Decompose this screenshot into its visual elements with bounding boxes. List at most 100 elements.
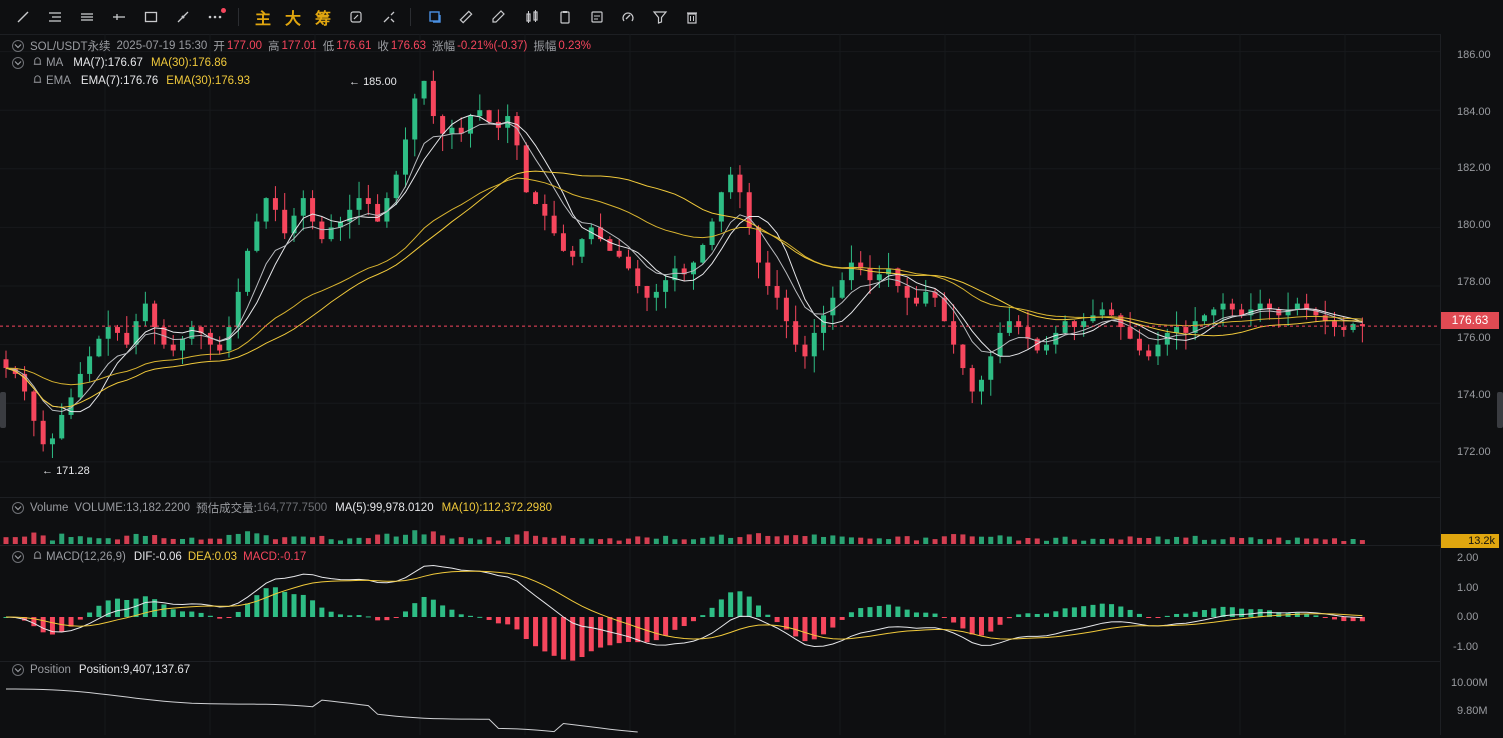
volume-bar bbox=[402, 534, 408, 544]
brush-icon[interactable] bbox=[172, 7, 194, 27]
eraser-icon[interactable] bbox=[378, 7, 400, 27]
candle-body bbox=[793, 321, 799, 345]
pane-separator[interactable] bbox=[0, 497, 1440, 498]
macd-bar bbox=[412, 603, 418, 617]
volume-bar bbox=[68, 537, 74, 544]
volume-bar bbox=[1229, 537, 1235, 544]
volume-bar bbox=[663, 535, 669, 544]
right-scroll-handle[interactable] bbox=[1497, 392, 1503, 428]
volume-bar bbox=[625, 538, 631, 544]
macd-bar bbox=[189, 611, 195, 617]
macd-name: MACD(12,26,9) bbox=[46, 550, 126, 563]
macd-bar bbox=[1016, 614, 1022, 617]
main-chart-button[interactable]: 主 bbox=[252, 7, 274, 28]
collapse-icon[interactable] bbox=[12, 664, 24, 676]
trash-icon[interactable] bbox=[681, 7, 703, 27]
pane-separator[interactable] bbox=[0, 545, 1440, 546]
volume-bar bbox=[189, 537, 195, 544]
volume-bar bbox=[1248, 537, 1254, 544]
horizontal-lines-icon[interactable] bbox=[44, 7, 66, 27]
parallel-channel-icon[interactable] bbox=[76, 7, 98, 27]
volume-bar bbox=[114, 539, 120, 544]
bell-icon[interactable] bbox=[32, 550, 43, 563]
macd-bar bbox=[821, 617, 827, 635]
volume-bar bbox=[300, 536, 306, 544]
collapse-icon[interactable] bbox=[12, 40, 24, 52]
macd-bar bbox=[40, 617, 46, 633]
left-scroll-handle[interactable] bbox=[0, 392, 6, 428]
volume-bar bbox=[783, 535, 789, 544]
volume-bar bbox=[997, 535, 1003, 544]
volume-bar bbox=[1081, 540, 1087, 544]
collapse-icon[interactable] bbox=[12, 550, 24, 563]
volume-bar bbox=[430, 531, 436, 544]
volume-bar bbox=[40, 535, 46, 544]
chips-button[interactable]: 筹 bbox=[312, 7, 334, 28]
bell-icon[interactable] bbox=[32, 74, 43, 87]
macd-bar bbox=[449, 609, 455, 617]
candle-type-icon[interactable] bbox=[521, 7, 543, 27]
macd-bar bbox=[356, 615, 362, 617]
volume-bar bbox=[570, 537, 576, 544]
candle-body bbox=[848, 262, 854, 281]
volume-bar bbox=[811, 534, 817, 544]
candle-body bbox=[217, 344, 223, 351]
macd-bar bbox=[728, 592, 734, 617]
rectangle-icon[interactable] bbox=[140, 7, 162, 27]
close-value: 176.63 bbox=[390, 40, 427, 52]
volume-bar bbox=[1266, 539, 1272, 544]
candle-body bbox=[1155, 344, 1161, 357]
layers-icon[interactable] bbox=[424, 7, 446, 27]
note-icon[interactable] bbox=[586, 7, 608, 27]
pencil-edit-icon[interactable] bbox=[487, 7, 509, 27]
volume-bar bbox=[988, 536, 994, 544]
volume-bar bbox=[375, 534, 381, 544]
candle-body bbox=[402, 139, 408, 175]
macd-bar bbox=[653, 617, 659, 641]
macd-bar bbox=[1211, 608, 1217, 617]
candle-body bbox=[1229, 303, 1235, 310]
price-axis[interactable]: 186.00 184.00 182.00 180.00 178.00 176.0… bbox=[1440, 34, 1503, 735]
volume-bar bbox=[217, 538, 223, 544]
more-icon[interactable] bbox=[204, 7, 226, 27]
axis-tick: 182.00 bbox=[1457, 162, 1491, 174]
horizontal-ray-icon[interactable] bbox=[108, 7, 130, 27]
macd-bar bbox=[802, 617, 808, 642]
filter-icon[interactable] bbox=[649, 7, 671, 27]
candle-body bbox=[3, 359, 9, 369]
pane-separator[interactable] bbox=[0, 661, 1440, 662]
refresh-compare-icon[interactable] bbox=[345, 7, 367, 27]
candle-body bbox=[811, 332, 817, 357]
volume-bar bbox=[514, 534, 520, 544]
candle-body bbox=[1127, 327, 1133, 339]
macd-bar bbox=[700, 615, 706, 617]
volume-bar bbox=[867, 538, 873, 544]
macd-bar bbox=[198, 612, 204, 617]
volume-bar bbox=[1304, 538, 1310, 544]
macd-bar bbox=[477, 616, 483, 618]
volume-bar bbox=[170, 538, 176, 544]
volume-bar bbox=[31, 532, 37, 544]
volume-bar bbox=[477, 539, 483, 544]
volume-bar bbox=[1016, 540, 1022, 544]
candle-body bbox=[616, 250, 622, 257]
trend-line-icon[interactable] bbox=[12, 7, 34, 27]
macd-bar bbox=[1322, 617, 1328, 618]
large-orders-button[interactable]: 大 bbox=[282, 7, 304, 28]
volume-bar bbox=[551, 537, 557, 544]
candle-body bbox=[969, 368, 975, 392]
volume-bar bbox=[960, 534, 966, 544]
collapse-icon[interactable] bbox=[12, 56, 24, 69]
macd-bar bbox=[1099, 603, 1105, 617]
collapse-icon[interactable] bbox=[12, 502, 24, 514]
kline-chart[interactable] bbox=[0, 34, 1440, 735]
chart-area[interactable] bbox=[0, 34, 1440, 735]
candle-body bbox=[468, 116, 474, 134]
candle-body bbox=[1183, 327, 1189, 333]
clipboard-icon[interactable] bbox=[554, 7, 576, 27]
macd-bar bbox=[347, 615, 353, 617]
bell-icon[interactable] bbox=[32, 56, 43, 69]
ruler-icon[interactable] bbox=[455, 7, 477, 27]
magnet-icon[interactable] bbox=[617, 7, 639, 27]
volume-bar bbox=[180, 538, 186, 544]
